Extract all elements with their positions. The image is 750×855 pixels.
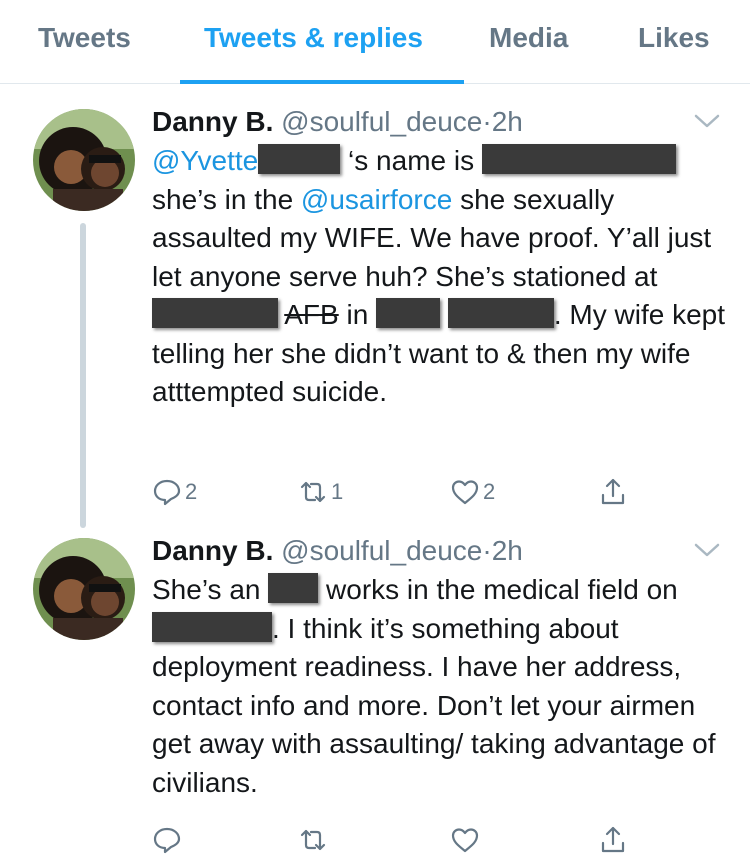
tweet-actions: 2 1 2	[152, 472, 632, 512]
heart-icon	[451, 828, 479, 853]
redaction-box	[447, 298, 554, 328]
tab-likes[interactable]: Likes	[638, 22, 710, 54]
redaction-box	[258, 144, 341, 174]
chevron-down-icon[interactable]	[694, 113, 720, 129]
tweet-text-segment: ‘s name is	[340, 145, 482, 176]
tweet-header: Danny B. @soulful_deuce·2h	[152, 535, 523, 567]
profile-tabs: Tweets Tweets & replies Media Likes	[0, 0, 750, 84]
display-name[interactable]: Danny B.	[152, 535, 273, 566]
mention-link[interactable]: @Yvette	[152, 145, 258, 176]
retweet-count: 1	[331, 479, 344, 504]
retweet-icon	[300, 481, 326, 503]
share-button[interactable]	[598, 472, 628, 512]
like-button[interactable]: 2	[450, 472, 495, 512]
tweet-header: Danny B. @soulful_deuce·2h	[152, 106, 523, 138]
reply-icon	[153, 479, 181, 506]
reply-count: 2	[185, 479, 198, 504]
display-name[interactable]: Danny B.	[152, 106, 273, 137]
share-icon	[601, 478, 625, 505]
tweet-text-segment: She’s an	[152, 574, 269, 605]
redaction-box	[376, 298, 441, 328]
tab-tweets[interactable]: Tweets	[38, 22, 131, 54]
timestamp[interactable]: 2h	[492, 535, 523, 566]
tweet-text-segment: works in the medical field on	[318, 574, 678, 605]
reply-icon	[153, 827, 181, 854]
tweet-text-segment: she’s in the	[152, 183, 301, 215]
redaction-box	[481, 144, 676, 174]
like-button[interactable]	[450, 820, 483, 855]
heart-icon	[451, 480, 479, 505]
chevron-down-icon[interactable]	[694, 542, 720, 558]
separator-dot: ·	[482, 535, 492, 566]
tweet-text: She’s an works in the medical field on .…	[152, 571, 727, 802]
share-button[interactable]	[598, 820, 628, 855]
redaction-box	[268, 573, 319, 603]
tweet-text: @Yvette ‘s name is she’s in the @usairfo…	[152, 142, 727, 412]
timestamp[interactable]: 2h	[492, 106, 523, 137]
avatar[interactable]	[33, 109, 135, 211]
reply-button[interactable]: 2	[152, 472, 197, 512]
redaction-box	[152, 298, 278, 328]
retweet-button[interactable]: 1	[298, 472, 343, 512]
reply-button[interactable]	[152, 820, 185, 855]
mention-link[interactable]: @usairforce	[301, 184, 452, 215]
tweet-text-segment: in	[338, 299, 377, 330]
like-count: 2	[483, 479, 496, 504]
retweet-button[interactable]	[298, 820, 331, 855]
thread-line	[80, 223, 86, 528]
tab-media[interactable]: Media	[489, 22, 568, 54]
redaction-box	[152, 611, 272, 642]
retweet-icon	[300, 829, 326, 851]
active-tab-indicator	[180, 80, 464, 84]
tweet-actions	[152, 820, 632, 855]
tab-tweets-and-replies[interactable]: Tweets & replies	[204, 22, 423, 54]
share-icon	[601, 826, 625, 853]
avatar[interactable]	[33, 538, 135, 640]
separator-dot: ·	[482, 106, 492, 137]
user-handle[interactable]: @soulful_deuce	[281, 535, 482, 566]
user-handle[interactable]: @soulful_deuce	[281, 106, 482, 137]
tweet-text-segment: AFB	[284, 299, 339, 330]
